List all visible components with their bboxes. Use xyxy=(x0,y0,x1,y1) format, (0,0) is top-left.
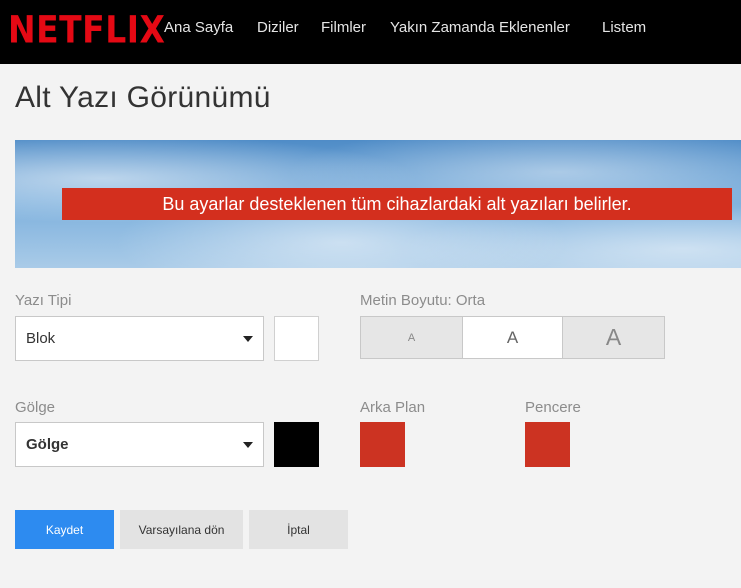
window-label: Pencere xyxy=(525,399,581,416)
nav-item-my-list[interactable]: Listem xyxy=(602,19,646,36)
font-label: Yazı Tipi xyxy=(15,292,72,309)
text-size-label: Metin Boyutu: Orta xyxy=(360,292,486,309)
shadow-select-value: Gölge xyxy=(26,436,69,453)
reset-defaults-button[interactable]: Varsayılana dön xyxy=(120,510,243,549)
shadow-label: Gölge xyxy=(15,399,56,416)
preview-subtitle-text: Bu ayarlar desteklenen tüm cihazlardaki … xyxy=(62,188,732,220)
chevron-down-icon xyxy=(243,336,253,342)
netflix-logo[interactable]: NETFLIX xyxy=(8,8,165,52)
subtitle-preview: Bu ayarlar desteklenen tüm cihazlardaki … xyxy=(15,140,741,268)
nav-item-home[interactable]: Ana Sayfa xyxy=(164,19,233,36)
background-color-swatch[interactable] xyxy=(360,422,405,467)
text-size-selector: A A A xyxy=(360,316,665,359)
nav-item-recently-added[interactable]: Yakın Zamanda Eklenenler xyxy=(390,19,570,36)
nav-item-series[interactable]: Diziler xyxy=(257,19,299,36)
text-size-small-button[interactable]: A xyxy=(361,317,462,358)
text-size-medium-button[interactable]: A xyxy=(462,317,563,358)
cancel-button[interactable]: İptal xyxy=(249,510,348,549)
top-navigation-bar: NETFLIX Ana Sayfa Diziler Filmler Yakın … xyxy=(0,0,741,64)
background-label: Arka Plan xyxy=(360,399,426,416)
text-size-large-button[interactable]: A xyxy=(563,317,664,358)
font-color-swatch[interactable] xyxy=(274,316,319,361)
chevron-down-icon xyxy=(243,442,253,448)
window-color-swatch[interactable] xyxy=(525,422,570,467)
nav-item-movies[interactable]: Filmler xyxy=(321,19,366,36)
page-title: Alt Yazı Görünümü xyxy=(15,81,271,114)
font-select-value: Blok xyxy=(26,330,56,347)
save-button[interactable]: Kaydet xyxy=(15,510,114,549)
shadow-color-swatch[interactable] xyxy=(274,422,319,467)
font-select[interactable]: Blok xyxy=(15,316,264,361)
shadow-select[interactable]: Gölge xyxy=(15,422,264,467)
